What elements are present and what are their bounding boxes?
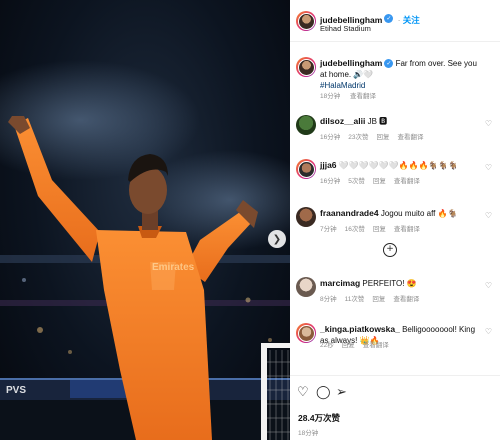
verified-badge-icon: ✓ xyxy=(384,14,394,24)
comment-item: jjja6 🤍🤍🤍🤍🤍🤍🔥🔥🔥🐐🐐🐐 16分钟 5次赞 回复 查看翻译 ♡ xyxy=(290,159,500,191)
comment-item: _kinga.piatkowska_ Belligoooooool! King … xyxy=(290,323,500,355)
translate-button[interactable]: 查看翻译 xyxy=(397,134,423,141)
comment-time: 8分钟 xyxy=(320,296,337,303)
reply-button[interactable]: 回复 xyxy=(373,178,386,185)
like-count[interactable]: 28.4万次赞 xyxy=(298,412,340,424)
caption-meta: 18分钟 查看翻译 xyxy=(320,90,384,100)
heart-icon[interactable]: ♡ xyxy=(485,281,492,290)
comment-time: 16分钟 xyxy=(320,178,341,185)
post-photo[interactable]: PVS Emirates ❯ xyxy=(0,0,290,440)
chevron-right-icon[interactable]: ❯ xyxy=(268,230,286,248)
post-actions: ♡ ◯ ➢ 28.4万次赞 18分钟 xyxy=(290,375,500,440)
translate-button[interactable]: 查看翻译 xyxy=(393,296,419,303)
comment-time: 16分钟 xyxy=(320,134,341,141)
commenter-avatar[interactable] xyxy=(296,207,316,227)
comment-meta: 16分钟 23次赞 回复 查看翻译 xyxy=(320,131,431,141)
post-location[interactable]: Etihad Stadium xyxy=(320,24,371,33)
commenter-avatar[interactable] xyxy=(296,277,316,297)
hashtag-link[interactable]: #HalaMadrid xyxy=(320,81,365,90)
comment-time: 22秒 xyxy=(320,342,334,349)
comment-icon[interactable]: ◯ xyxy=(316,385,331,400)
comments-list: judebellingham ✓ Far from over. See you a… xyxy=(290,43,500,373)
follow-button[interactable]: 关注 xyxy=(403,15,420,25)
instagram-post-view: PVS Emirates ❯ judebellingham ✓ · 关注 Eti… xyxy=(0,0,500,440)
heart-icon[interactable]: ♡ xyxy=(297,385,309,400)
comment-like-count[interactable]: 11次赞 xyxy=(345,296,365,303)
caption-time: 18分钟 xyxy=(320,93,341,100)
board-text: PVS xyxy=(6,385,26,396)
comment-text: 🤍🤍🤍🤍🤍🤍🔥🔥🔥🐐🐐🐐 xyxy=(338,161,459,170)
translate-button[interactable]: 查看翻译 xyxy=(350,93,376,100)
shirt-sponsor-text: Emirates xyxy=(152,262,195,273)
reply-button[interactable]: 回复 xyxy=(373,226,386,233)
reply-button[interactable]: 回复 xyxy=(372,296,385,303)
heart-icon[interactable]: ♡ xyxy=(485,327,492,336)
caption-text: judebellingham ✓ Far from over. See you a… xyxy=(320,58,485,91)
heart-icon[interactable]: ♡ xyxy=(485,163,492,172)
commenter-username[interactable]: fraanandrade4 xyxy=(320,208,379,218)
author-avatar[interactable] xyxy=(296,11,316,31)
stadium-background: PVS Emirates xyxy=(0,60,290,440)
commenter-username[interactable]: jjja6 xyxy=(320,160,337,170)
comment-item: marcimag PERFEITO! 😍 8分钟 11次赞 回复 查看翻译 ♡ xyxy=(290,277,500,309)
commenter-username[interactable]: _kinga.piatkowska_ xyxy=(320,324,400,334)
comment-text: PERFEITO! 😍 xyxy=(362,279,417,288)
author-avatar[interactable] xyxy=(296,57,316,77)
comment-item: dilsoz__alii JB 🅱 16分钟 23次赞 回复 查看翻译 ♡ xyxy=(290,115,500,147)
post-header: judebellingham ✓ · 关注 Etihad Stadium xyxy=(290,0,500,42)
post-age: 18分钟 xyxy=(298,430,319,437)
commenter-avatar[interactable] xyxy=(296,115,316,135)
comment-meta: 7分钟 16次赞 回复 查看翻译 xyxy=(320,223,428,233)
comment-text: Jogou muito aff 🔥🐐 xyxy=(380,209,458,218)
plus-circle-icon[interactable]: + xyxy=(383,243,397,257)
share-icon[interactable]: ➢ xyxy=(336,385,347,400)
commenter-avatar[interactable] xyxy=(296,323,316,343)
translate-button[interactable]: 查看翻译 xyxy=(394,226,420,233)
comment-text: JB 🅱 xyxy=(367,117,388,126)
translate-button[interactable]: 查看翻译 xyxy=(394,178,420,185)
comment-meta: 8分钟 11次赞 回复 查看翻译 xyxy=(320,293,427,303)
commenter-username[interactable]: marcimag xyxy=(320,278,360,288)
commenter-avatar[interactable] xyxy=(296,159,316,179)
heart-icon[interactable]: ♡ xyxy=(485,119,492,128)
comment-meta: 16分钟 5次赞 回复 查看翻译 xyxy=(320,175,428,185)
reply-button[interactable]: 回复 xyxy=(376,134,389,141)
comment-like-count[interactable]: 5次赞 xyxy=(348,178,365,185)
reply-button[interactable]: 回复 xyxy=(342,342,355,349)
comment-item: fraanandrade4 Jogou muito aff 🔥🐐 7分钟 16次赞… xyxy=(290,207,500,239)
comment-like-count[interactable]: 16次赞 xyxy=(345,226,365,233)
caption-row: judebellingham ✓ Far from over. See you a… xyxy=(290,57,500,103)
caption-username[interactable]: judebellingham xyxy=(320,58,382,68)
post-side-panel: judebellingham ✓ · 关注 Etihad Stadium jude… xyxy=(290,0,500,440)
comment-like-count[interactable]: 23次赞 xyxy=(348,134,368,141)
verified-badge-icon: ✓ xyxy=(384,59,394,69)
comment-meta: 22秒 回复 查看翻译 xyxy=(320,339,397,349)
heart-icon[interactable]: ♡ xyxy=(485,211,492,220)
commenter-username[interactable]: dilsoz__alii xyxy=(320,116,365,126)
comment-time: 7分钟 xyxy=(320,226,337,233)
translate-button[interactable]: 查看翻译 xyxy=(363,342,389,349)
